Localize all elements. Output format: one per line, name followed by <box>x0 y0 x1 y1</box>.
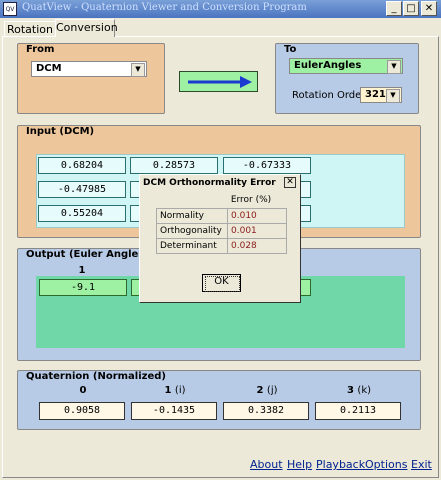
quaternion-header-1: 1 (i) <box>130 385 220 396</box>
quaternion-value-3: 0.2113 <box>315 402 401 420</box>
dialog-row-value: 0.010 <box>228 209 287 224</box>
quaternion-value-1: -0.1435 <box>131 402 217 420</box>
dialog-close-button[interactable]: ✕ <box>284 177 296 188</box>
close-icon: ✕ <box>286 177 294 187</box>
arrow-right-icon <box>188 76 252 88</box>
quaternion-header-1-sub: (i) <box>174 385 186 396</box>
input-title: Input (DCM) <box>24 126 97 137</box>
quaternion-header-0-num: 0 <box>79 385 87 396</box>
input-cell-r1c2[interactable]: 0.28573 <box>130 157 218 174</box>
quaternion-header-3: 3 (k) <box>314 385 404 396</box>
input-cell-r1c1[interactable]: 0.68204 <box>38 157 126 174</box>
from-title: From <box>24 44 57 55</box>
dialog-row-label: Normality <box>157 209 228 224</box>
dialog-row-value: 0.001 <box>228 224 287 239</box>
convert-button[interactable] <box>179 71 258 92</box>
quaternion-header-2-sub: (j) <box>266 385 278 396</box>
dialog-row-label: Orthogonality <box>157 224 228 239</box>
dialog-row-value: 0.028 <box>228 239 287 254</box>
tab-conversion-label: Conversion <box>56 21 118 34</box>
input-cell-r3c1[interactable]: 0.55204 <box>38 205 126 222</box>
help-link[interactable]: Help <box>287 458 312 471</box>
dialog-column-header: Error (%) <box>230 195 272 205</box>
tab-conversion[interactable]: Conversion <box>55 19 118 37</box>
to-select[interactable]: EulerAngles ▼ <box>289 58 403 74</box>
maximize-button[interactable]: □ <box>403 1 419 16</box>
ok-button[interactable]: OK <box>202 274 241 292</box>
quaternion-header-1-num: 1 <box>164 385 172 396</box>
chevron-down-icon[interactable]: ▼ <box>131 63 145 77</box>
output-value-1[interactable]: -9.1 <box>39 279 127 296</box>
from-select-value: DCM <box>36 63 62 74</box>
quaternion-header-3-num: 3 <box>346 385 354 396</box>
quaternion-header-2-num: 2 <box>256 385 264 396</box>
focus-ring <box>205 276 240 292</box>
chevron-down-icon[interactable]: ▼ <box>386 89 400 103</box>
input-cell-r1c3[interactable]: -0.67333 <box>223 157 311 174</box>
quaternion-value-2: 0.3382 <box>223 402 309 420</box>
rotation-order-value: 321 <box>365 89 386 100</box>
close-button[interactable]: ✕ <box>421 1 437 16</box>
orthonormality-dialog: DCM Orthonormality Error ✕ Error (%) Nor… <box>139 174 301 303</box>
chevron-down-icon[interactable]: ▼ <box>387 60 401 74</box>
rotation-order-label: Rotation Order <box>292 90 366 101</box>
quaternion-header-2: 2 (j) <box>222 385 312 396</box>
quaternion-header-3-sub: (k) <box>357 385 372 396</box>
rotation-order-select[interactable]: 321 ▼ <box>360 87 402 103</box>
output-header-1: 1 <box>78 265 86 276</box>
title-bar: QV QuatView - Quaternion Viewer and Conv… <box>0 0 441 18</box>
minimize-button[interactable]: _ <box>386 1 402 16</box>
tab-rotation[interactable]: Rotation <box>4 21 56 37</box>
quaternion-header-0: 0 <box>38 385 128 396</box>
quaternion-title: Quaternion (Normalized) <box>24 371 168 382</box>
to-title: To <box>282 44 299 55</box>
window-title: QuatView - Quaternion Viewer and Convers… <box>22 2 307 13</box>
dialog-title: DCM Orthonormality Error <box>141 176 299 191</box>
playback-link[interactable]: Playback <box>316 458 365 471</box>
dialog-row-label: Determinant <box>157 239 228 254</box>
to-select-value: EulerAngles <box>294 60 362 71</box>
about-link[interactable]: About <box>250 458 283 471</box>
dialog-error-table: Normality 0.010 Orthogonality 0.001 Dete… <box>156 208 287 254</box>
output-title: Output (Euler Angles) <box>24 249 151 260</box>
quaternion-group: Quaternion (Normalized) 0 1 (i) 2 (j) 3 … <box>17 370 421 430</box>
from-select[interactable]: DCM ▼ <box>31 61 147 77</box>
exit-link[interactable]: Exit <box>411 458 432 471</box>
to-group: To EulerAngles ▼ Rotation Order 321 ▼ <box>275 43 419 114</box>
app-icon: QV <box>3 2 17 16</box>
tab-rotation-label: Rotation <box>6 23 53 36</box>
from-group: From DCM ▼ <box>17 43 165 114</box>
quaternion-value-0: 0.9058 <box>39 402 125 420</box>
input-cell-r2c1[interactable]: -0.47985 <box>38 181 126 198</box>
options-link[interactable]: Options <box>365 458 407 471</box>
